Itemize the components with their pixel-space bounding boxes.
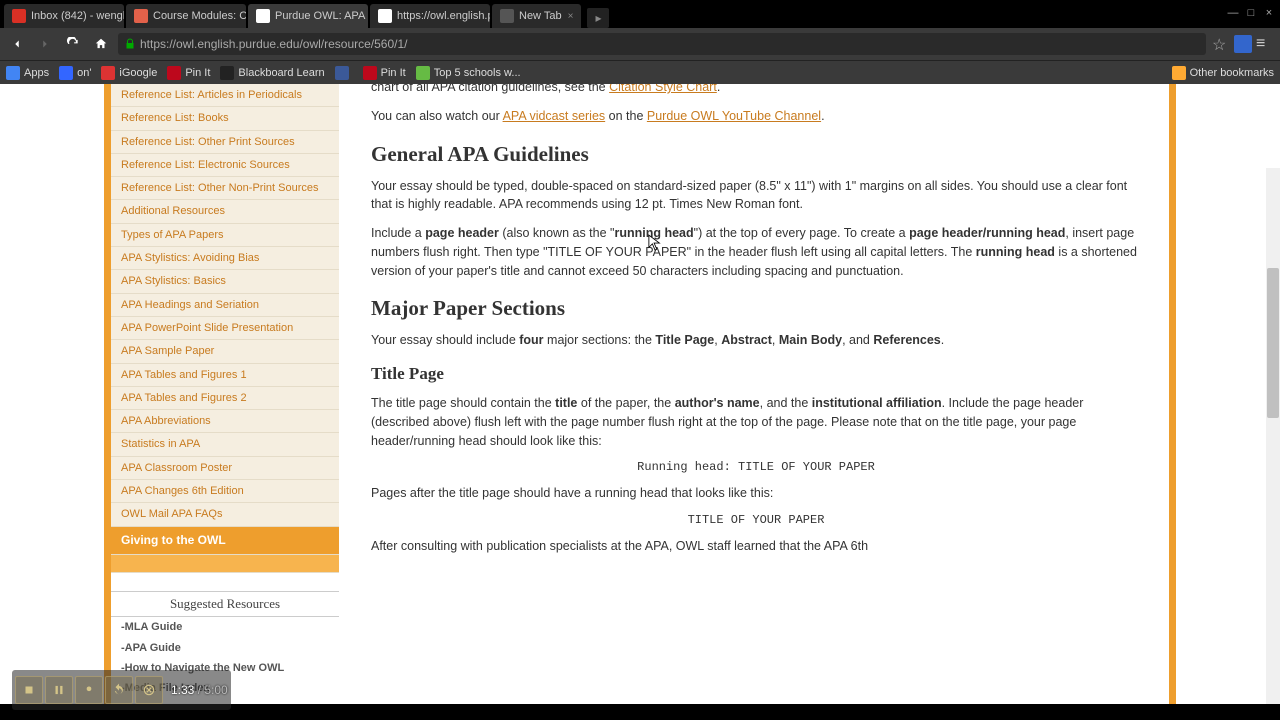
tab-strip: Inbox (842) - wengh× Course Modules: CG×… [0,0,1280,28]
sidebar-item[interactable]: APA Classroom Poster [111,457,339,480]
sidebar-item[interactable]: Types of APA Papers [111,224,339,247]
code-sample: TITLE OF YOUR PAPER [371,513,1141,527]
sidebar-item[interactable]: APA Abbreviations [111,410,339,433]
sidebar-item[interactable]: APA Changes 6th Edition [111,480,339,503]
paragraph: The title page should contain the title … [371,394,1141,450]
paragraph: Your essay should be typed, double-space… [371,177,1141,215]
url-text: https://owl.english.purdue.edu/owl/resou… [140,37,408,51]
paragraph: After consulting with publication specia… [371,537,1141,556]
code-sample: Running head: TITLE OF YOUR PAPER [371,460,1141,474]
scrollbar[interactable] [1266,168,1280,704]
sidebar-item[interactable]: OWL Mail APA FAQs [111,503,339,526]
paragraph: Your essay should include four major sec… [371,331,1141,350]
sidebar-item[interactable]: Reference List: Electronic Sources [111,154,339,177]
sidebar-item[interactable]: APA Tables and Figures 2 [111,387,339,410]
minimize-button[interactable]: — [1226,6,1240,20]
sidebar-item[interactable]: APA Tables and Figures 1 [111,364,339,387]
playback-time: 1:33 / 5:00 [171,683,228,697]
heading-major-sections: Major Paper Sections [371,296,1141,321]
sidebar-item[interactable]: APA PowerPoint Slide Presentation [111,317,339,340]
sidebar-item[interactable]: APA Stylistics: Avoiding Bias [111,247,339,270]
url-bar[interactable]: https://owl.english.purdue.edu/owl/resou… [118,33,1206,55]
bookmarks-bar: Apps on' iGoogle Pin It Blackboard Learn… [0,60,1280,84]
paragraph: Include a page header (also known as the… [371,224,1141,280]
sidebar-item[interactable]: APA Stylistics: Basics [111,270,339,293]
bookmark-item[interactable]: Top 5 schools w... [416,66,521,80]
sidebar-item[interactable]: Statistics in APA [111,433,339,456]
video-player-controls: 1:33 / 5:00 [12,670,231,710]
youtube-link[interactable]: Purdue OWL YouTube Channel [647,109,821,123]
suggested-item[interactable]: -MLA Guide [111,617,339,637]
bookmark-item[interactable]: Blackboard Learn [220,66,324,80]
star-icon[interactable]: ☆ [1212,35,1230,53]
tab-new[interactable]: New Tab× [492,4,581,28]
sidebar-item[interactable]: APA Headings and Seriation [111,294,339,317]
heading-title-page: Title Page [371,364,1141,384]
tab-purdue-owl[interactable]: Purdue OWL: APA Fo× [248,4,368,28]
sidebar-spacer [111,555,339,573]
page-viewport: Reference List: Articles in PeriodicalsR… [0,84,1280,704]
tab-course[interactable]: Course Modules: CG× [126,4,246,28]
main-content: chart of all APA citation guidelines, se… [339,84,1169,704]
paragraph: Pages after the title page should have a… [371,484,1141,503]
lock-icon [124,38,136,50]
pause-button[interactable] [45,676,73,704]
forward-button[interactable] [34,33,56,55]
tab-owl-english[interactable]: https://owl.english.p× [370,4,490,28]
bookmark-item[interactable]: Pin It [363,66,406,80]
apps-button[interactable]: Apps [6,66,49,80]
cancel-button[interactable] [135,676,163,704]
back-button[interactable] [6,33,28,55]
undo-button[interactable] [105,676,133,704]
sidebar-item[interactable]: Reference List: Other Non-Print Sources [111,177,339,200]
menu-icon[interactable]: ≡ [1256,35,1274,53]
other-bookmarks[interactable]: Other bookmarks [1172,66,1274,80]
heading-general-guidelines: General APA Guidelines [371,142,1141,167]
sidebar-giving[interactable]: Giving to the OWL [111,527,339,556]
sidebar-item[interactable]: Reference List: Books [111,107,339,130]
scrollbar-thumb[interactable] [1267,268,1279,418]
reload-button[interactable] [62,33,84,55]
sidebar: Reference List: Articles in PeriodicalsR… [111,84,339,704]
sidebar-item[interactable]: Reference List: Articles in Periodicals [111,84,339,107]
maximize-button[interactable]: □ [1244,6,1258,20]
sidebar-item[interactable]: Reference List: Other Print Sources [111,131,339,154]
sidebar-item[interactable]: Additional Resources [111,200,339,223]
home-button[interactable] [90,33,112,55]
browser-chrome: Inbox (842) - wengh× Course Modules: CG×… [0,0,1280,60]
new-tab-button[interactable]: ▸ [587,8,609,28]
citation-chart-link[interactable]: Citation Style Chart [609,84,717,94]
extension-icon[interactable] [1234,35,1252,53]
close-icon[interactable]: × [568,11,574,22]
bookmark-item[interactable] [335,66,353,80]
suggested-header: Suggested Resources [111,591,339,617]
bookmark-item[interactable]: Pin It [167,66,210,80]
nav-bar: https://owl.english.purdue.edu/owl/resou… [0,28,1280,60]
bookmark-item[interactable]: on' [59,66,91,80]
stop-button[interactable] [15,676,43,704]
bookmark-item[interactable]: iGoogle [101,66,157,80]
suggested-item[interactable]: -APA Guide [111,638,339,658]
vidcast-link[interactable]: APA vidcast series [503,109,606,123]
tab-inbox[interactable]: Inbox (842) - wengh× [4,4,124,28]
mic-button[interactable] [75,676,103,704]
close-window-button[interactable]: × [1262,6,1276,20]
sidebar-item[interactable]: APA Sample Paper [111,340,339,363]
